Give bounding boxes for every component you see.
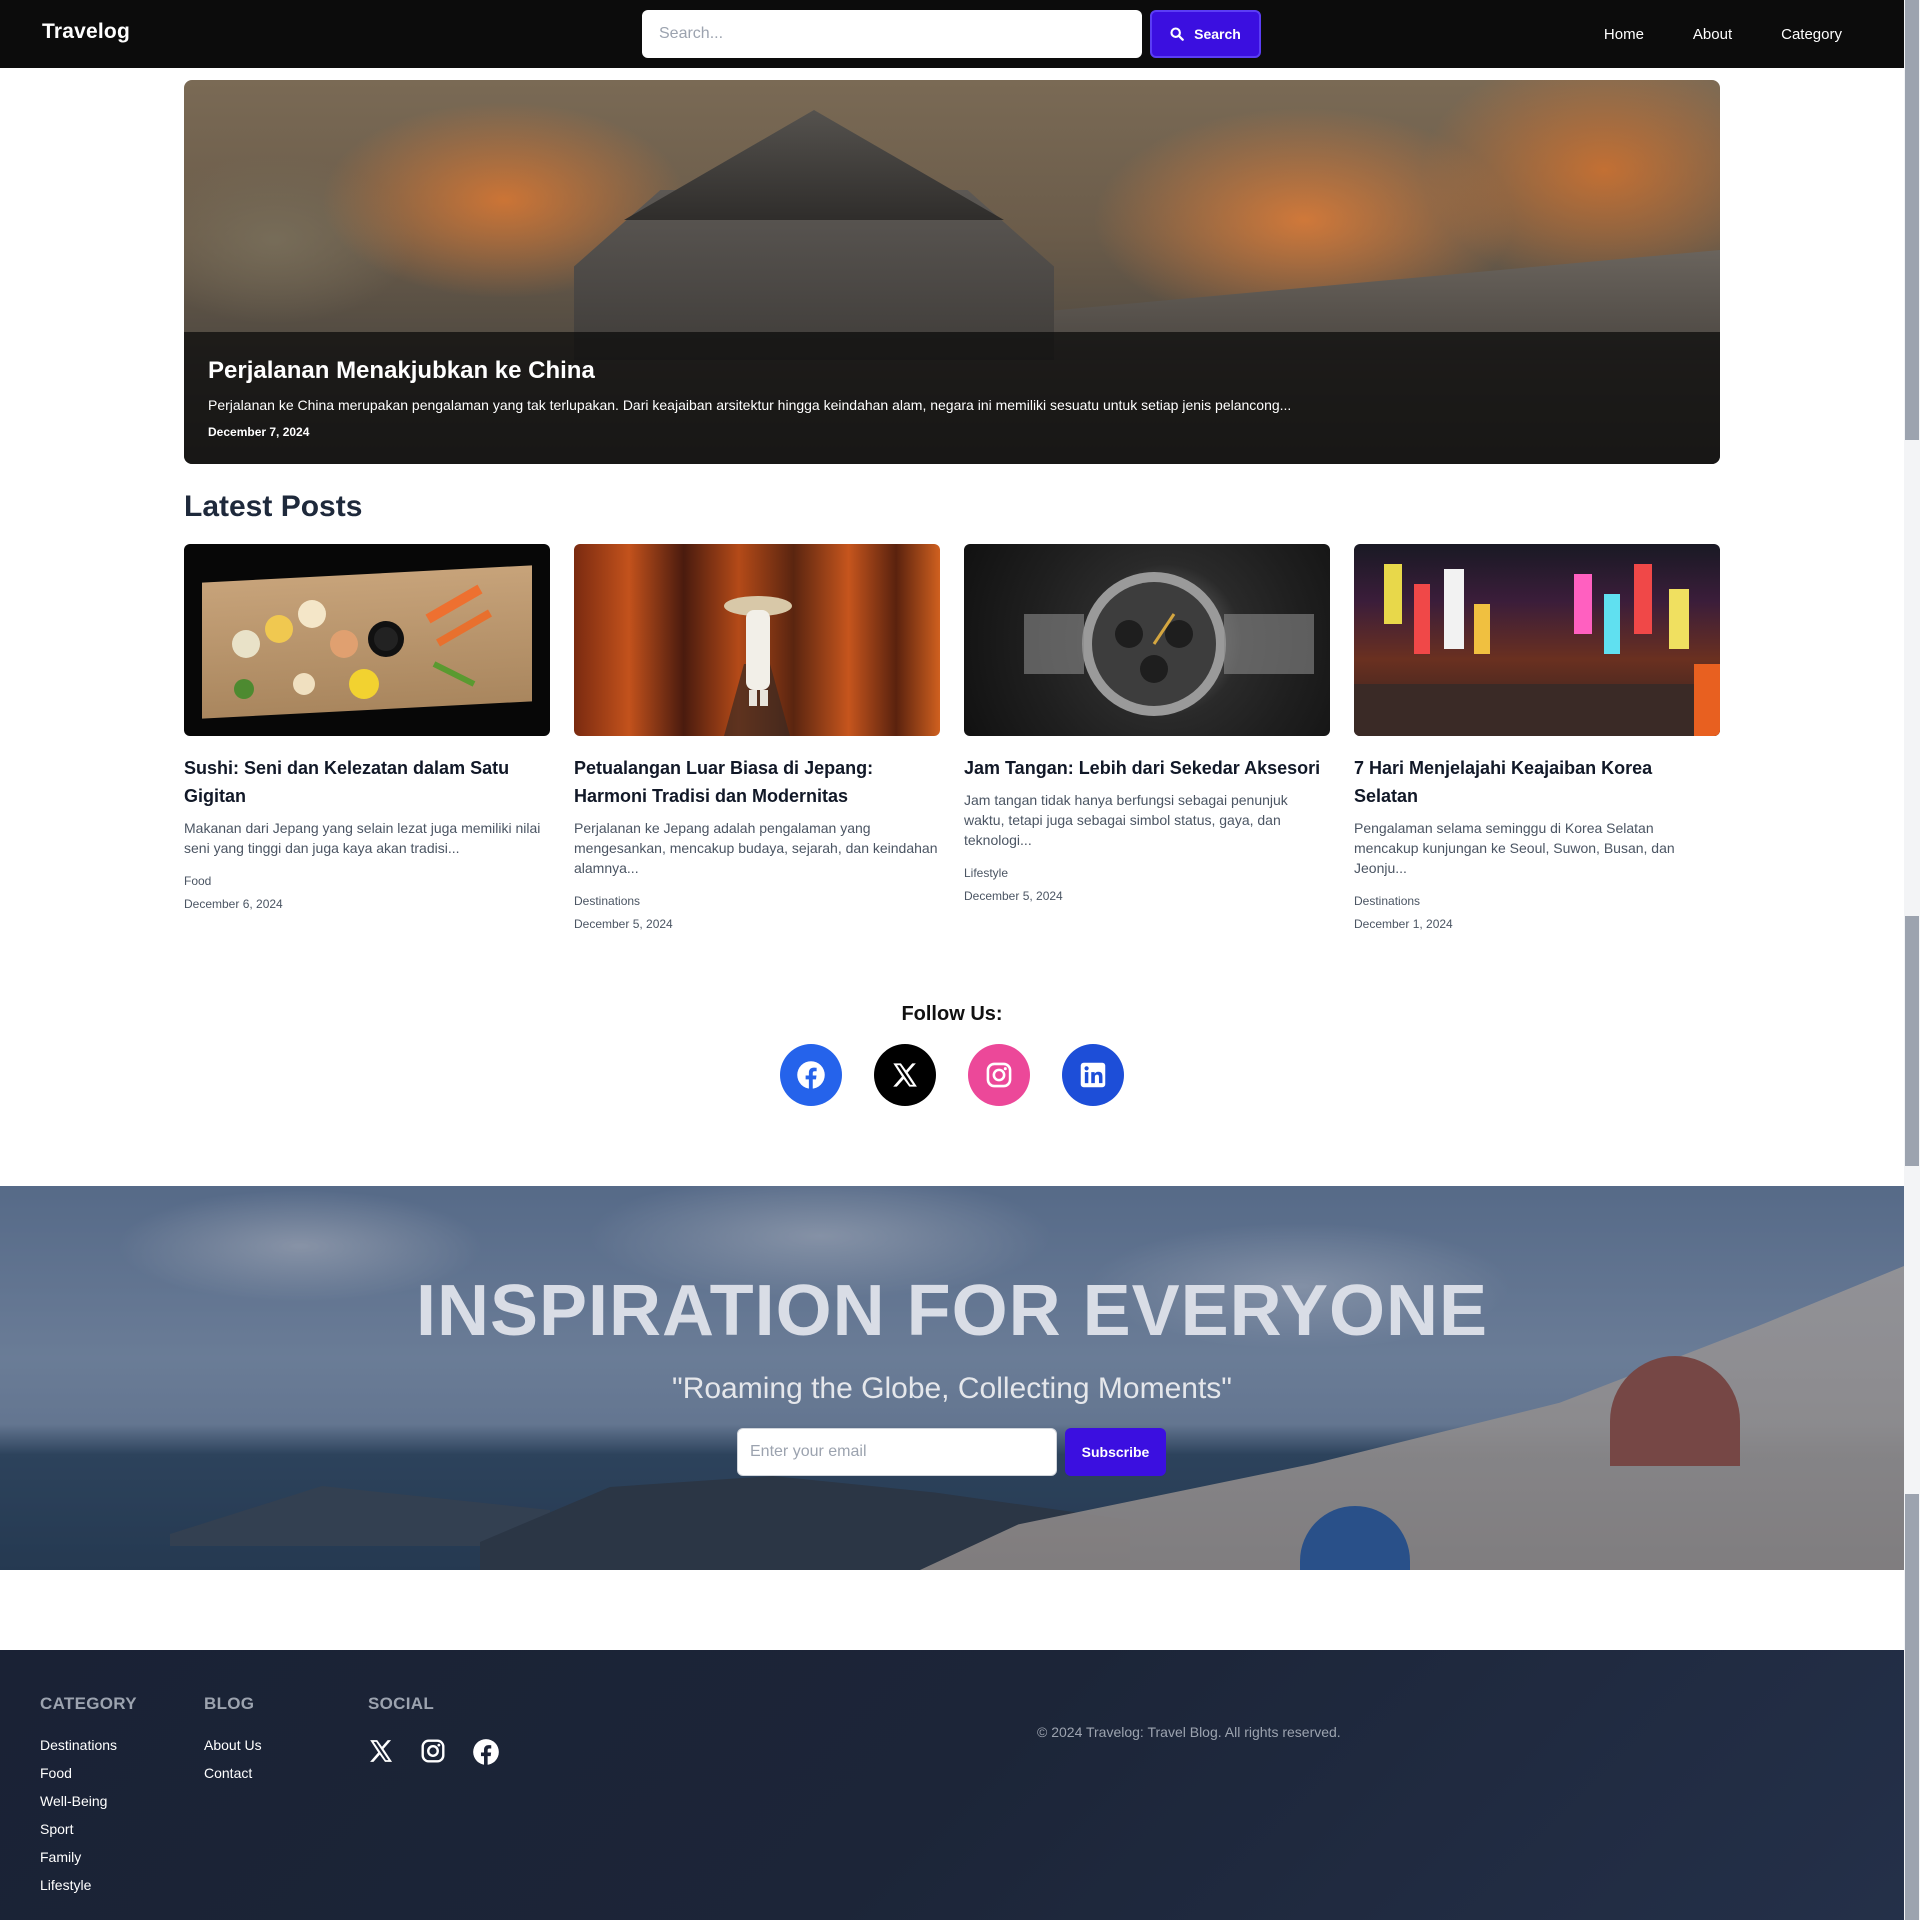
follow-social-row (780, 1044, 1124, 1106)
hero-image-roof (624, 110, 1004, 220)
brand-logo[interactable]: Travelog (42, 20, 130, 44)
post-title[interactable]: Jam Tangan: Lebih dari Sekedar Aksesori (964, 754, 1330, 782)
post-title[interactable]: Petualangan Luar Biasa di Jepang: Harmon… (574, 754, 940, 810)
post-date: December 5, 2024 (574, 917, 673, 931)
hero-title[interactable]: Perjalanan Menakjubkan ke China (208, 357, 595, 385)
hero-excerpt: Perjalanan ke China merupakan pengalaman… (208, 397, 1292, 413)
footer-category-heading: CATEGORY (40, 1694, 137, 1713)
facebook-button[interactable] (780, 1044, 842, 1106)
instagram-button[interactable] (968, 1044, 1030, 1106)
email-input[interactable] (737, 1428, 1057, 1476)
footer-social-column: SOCIAL (368, 1694, 500, 1766)
page-scrollbar-thumb-3[interactable] (1905, 1494, 1919, 1920)
footer-category-column: CATEGORY Destinations Food Well-Being Sp… (40, 1694, 137, 1894)
banner-quote: "Roaming the Globe, Collecting Moments" (672, 1372, 1232, 1405)
footer-link-family[interactable]: Family (40, 1848, 137, 1866)
facebook-icon (797, 1061, 825, 1090)
post-card[interactable]: Sushi: Seni dan Kelezatan dalam Satu Gig… (184, 544, 550, 911)
sushi-pieces-image (232, 584, 492, 699)
latest-posts-heading: Latest Posts (184, 490, 363, 523)
post-image-japan[interactable] (574, 544, 940, 736)
footer-blog-column: BLOG About Us Contact (204, 1694, 262, 1782)
subscribe-button[interactable]: Subscribe (1065, 1428, 1166, 1476)
post-date: December 5, 2024 (964, 889, 1063, 903)
post-date: December 6, 2024 (184, 897, 283, 911)
watch-image (1024, 572, 1314, 716)
search-button-label: Search (1194, 26, 1241, 42)
linkedin-icon (1080, 1062, 1106, 1088)
footer-link-sport[interactable]: Sport (40, 1820, 137, 1838)
footer-blog-heading: BLOG (204, 1694, 255, 1713)
nav-links: Home About Category (1555, 0, 1842, 68)
footer-social-icons (368, 1738, 500, 1766)
copyright-text: © 2024 Travelog: Travel Blog. All rights… (1037, 1724, 1341, 1740)
footer-social-heading: SOCIAL (368, 1694, 435, 1713)
search-icon (1170, 27, 1184, 41)
instagram-icon (986, 1062, 1012, 1088)
post-date: December 1, 2024 (1354, 917, 1453, 931)
post-excerpt: Pengalaman selama seminggu di Korea Sela… (1354, 820, 1675, 876)
hero-featured-post[interactable]: Perjalanan Menakjubkan ke China Perjalan… (184, 80, 1720, 464)
footer-link-food[interactable]: Food (40, 1764, 137, 1782)
x-icon[interactable] (368, 1738, 394, 1764)
hero-date: December 7, 2024 (208, 425, 310, 439)
search-button[interactable]: Search (1150, 10, 1261, 58)
post-title[interactable]: Sushi: Seni dan Kelezatan dalam Satu Gig… (184, 754, 550, 810)
post-image-korea[interactable] (1354, 544, 1720, 736)
footer-link-destinations[interactable]: Destinations (40, 1736, 137, 1754)
post-category[interactable]: Lifestyle (964, 866, 1330, 880)
torii-walker-image (724, 596, 792, 736)
x-button[interactable] (874, 1044, 936, 1106)
footer (0, 1650, 1904, 1920)
footer-link-lifestyle[interactable]: Lifestyle (40, 1876, 137, 1894)
post-image-watch[interactable] (964, 544, 1330, 736)
post-excerpt: Jam tangan tidak hanya berfungsi sebagai… (964, 792, 1288, 848)
neon-street-image (1354, 564, 1720, 736)
footer-link-well-being[interactable]: Well-Being (40, 1792, 137, 1810)
post-card[interactable]: 7 Hari Menjelajahi Keajaiban Korea Selat… (1354, 544, 1720, 931)
instagram-icon[interactable] (420, 1738, 446, 1764)
post-excerpt: Perjalanan ke Jepang adalah pengalaman y… (574, 820, 938, 876)
nav-home[interactable]: Home (1604, 26, 1644, 43)
post-image-sushi[interactable] (184, 544, 550, 736)
banner-heading: INSPIRATION FOR EVERYONE (415, 1271, 1489, 1351)
navbar: Travelog Search Home About Category (0, 0, 1904, 68)
footer-link-about-us[interactable]: About Us (204, 1736, 262, 1754)
nav-category[interactable]: Category (1781, 26, 1842, 43)
footer-link-contact[interactable]: Contact (204, 1764, 262, 1782)
post-category[interactable]: Destinations (1354, 894, 1720, 908)
page-scrollbar-thumb[interactable] (1905, 0, 1919, 440)
post-category[interactable]: Food (184, 874, 550, 888)
post-excerpt: Makanan dari Jepang yang selain lezat ju… (184, 820, 541, 856)
nav-about[interactable]: About (1693, 26, 1732, 43)
post-card[interactable]: Petualangan Luar Biasa di Jepang: Harmon… (574, 544, 940, 931)
page-scrollbar-thumb-2[interactable] (1905, 916, 1919, 1166)
linkedin-button[interactable] (1062, 1044, 1124, 1106)
post-category[interactable]: Destinations (574, 894, 940, 908)
post-title[interactable]: 7 Hari Menjelajahi Keajaiban Korea Selat… (1354, 754, 1720, 810)
follow-us-heading: Follow Us: (901, 1003, 1003, 1025)
x-icon (893, 1063, 917, 1087)
facebook-icon[interactable] (472, 1738, 500, 1766)
search-input[interactable] (642, 10, 1142, 58)
post-card[interactable]: Jam Tangan: Lebih dari Sekedar Aksesori … (964, 544, 1330, 903)
